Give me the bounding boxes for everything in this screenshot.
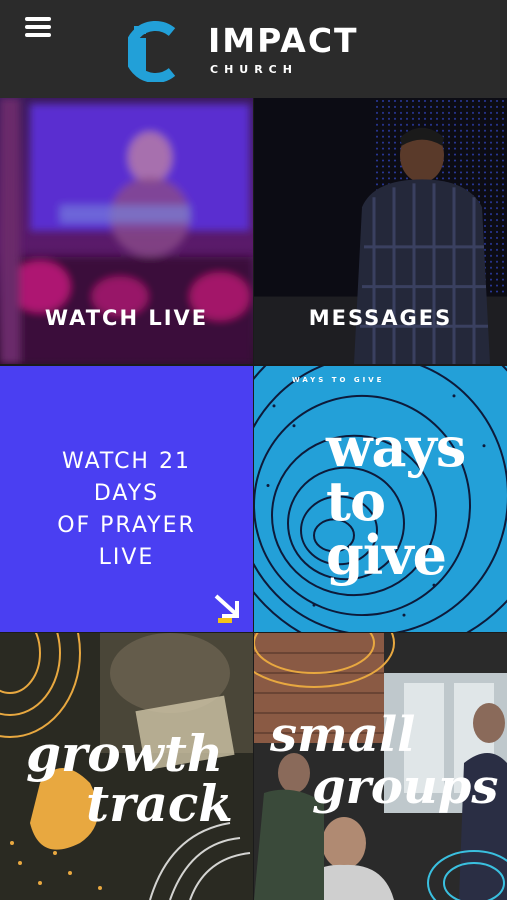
groups-word: groups xyxy=(312,759,499,815)
impact-logo-mark-icon xyxy=(128,21,176,82)
tile-ways-to-give[interactable]: WAYS TO GIVE ways to give xyxy=(254,366,507,632)
give-corner-label-top: WAYS TO GIVE xyxy=(292,376,385,384)
top-header: IMPACT CHURCH xyxy=(0,0,507,98)
small-word: small xyxy=(270,707,416,763)
app-screen: IMPACT CHURCH WATCH LIVE MESSAGES WATCH … xyxy=(0,0,507,900)
tile-21-days-of-prayer[interactable]: WATCH 21 DAYS OF PRAYER LIVE xyxy=(0,366,253,632)
prayer-line-3: OF PRAYER xyxy=(57,513,196,538)
watch-live-label: WATCH LIVE xyxy=(44,306,209,330)
give-word-ways: ways xyxy=(326,415,466,479)
arrow-down-right-icon xyxy=(214,594,239,623)
tile-messages[interactable]: MESSAGES xyxy=(254,98,507,364)
logo-wordmark: IMPACT xyxy=(208,21,359,60)
prayer-line-1: WATCH 21 xyxy=(62,449,191,474)
tile-watch-live[interactable]: WATCH LIVE xyxy=(0,98,253,364)
give-word-give: give xyxy=(326,523,447,587)
logo-subtitle: CHURCH xyxy=(210,63,298,76)
tile-small-groups[interactable]: small groups xyxy=(254,633,507,900)
prayer-line-4: LIVE xyxy=(98,545,155,570)
give-word-to: to xyxy=(326,469,386,533)
messages-label: MESSAGES xyxy=(308,306,453,330)
prayer-title: WATCH 21 DAYS OF PRAYER LIVE xyxy=(0,446,253,574)
hamburger-menu-icon[interactable] xyxy=(22,15,58,45)
track-word: track xyxy=(86,774,233,833)
prayer-line-2: DAYS xyxy=(93,481,160,506)
tile-growth-track[interactable]: growth track xyxy=(0,633,253,900)
growth-word: growth xyxy=(26,724,224,783)
impact-church-logo: IMPACT CHURCH xyxy=(128,20,388,82)
